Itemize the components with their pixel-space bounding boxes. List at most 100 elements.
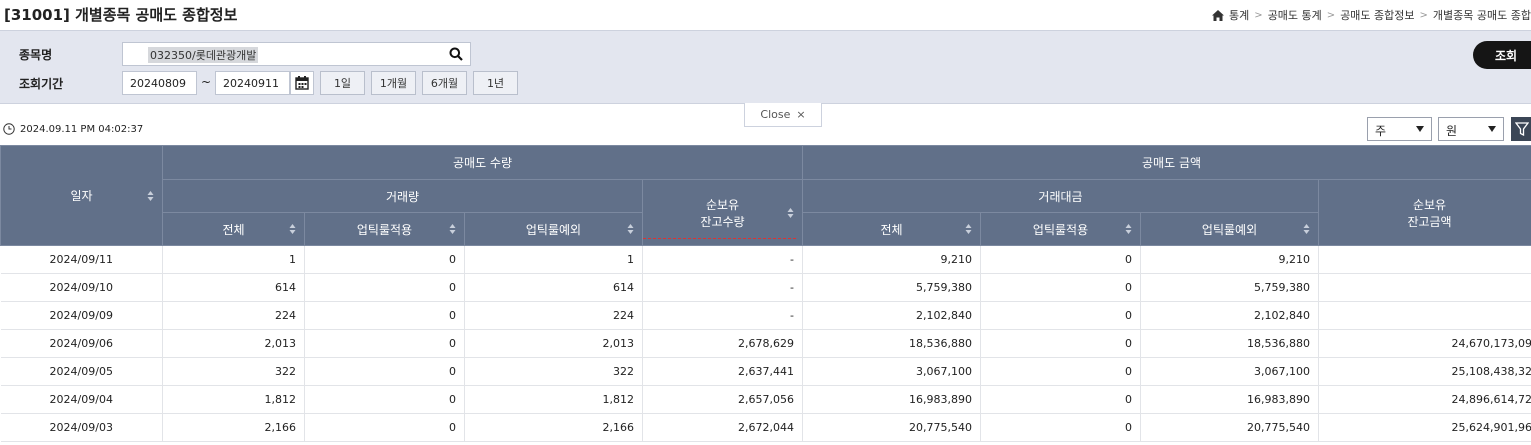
column-group-volume: 거래량: [162, 179, 643, 213]
close-label: Close: [760, 108, 791, 121]
cell-qty-uptick-applied: 0: [304, 273, 465, 302]
search-panel: 종목명 032350/롯데관광개발 조회기간 20240809 ~ 202409…: [0, 30, 1531, 104]
period-1year-button[interactable]: 1년: [473, 71, 518, 95]
cell-amt-total: 9,210: [802, 245, 982, 274]
cell-amt-uptick-exempt: 3,067,100: [1140, 357, 1320, 386]
column-header-amt-uptick-applied[interactable]: 업틱룰적용: [980, 212, 1142, 246]
sort-icon[interactable]: [449, 223, 456, 235]
amount-unit-value: 원: [1446, 124, 1458, 138]
query-button[interactable]: 조회: [1473, 41, 1531, 69]
cell-qty-total: 2,166: [162, 413, 305, 442]
cell-amt-uptick-exempt: 20,775,540: [1140, 413, 1320, 442]
cell-qty-uptick-exempt: 322: [464, 357, 643, 386]
sort-icon[interactable]: [1303, 223, 1310, 235]
cell-qty-total: 224: [162, 301, 305, 330]
breadcrumb-item-short-stats[interactable]: 공매도 통계: [1268, 7, 1322, 23]
home-icon[interactable]: [1212, 9, 1225, 21]
cell-qty-uptick-applied: 0: [304, 329, 465, 358]
filter-icon: [1515, 122, 1529, 136]
column-header-qty-uptick-exempt[interactable]: 업틱룰예외: [464, 212, 643, 246]
cell-net-qty: 2,672,044: [642, 413, 804, 442]
cell-amt-uptick-applied: 0: [980, 301, 1142, 330]
column-header-qty-uptick-applied[interactable]: 업틱룰적용: [304, 212, 465, 246]
sort-icon[interactable]: [147, 190, 154, 202]
date-to-input[interactable]: 20240911: [215, 71, 290, 95]
calendar-icon: [295, 76, 309, 90]
cell-net-qty: 2,657,056: [642, 385, 804, 414]
table-row[interactable]: 2024/09/06 2,013 0 2,013 2,678,629 18,53…: [0, 329, 1531, 358]
quantity-unit-select[interactable]: 주: [1367, 117, 1432, 141]
calendar-button[interactable]: [290, 71, 314, 95]
sort-icon[interactable]: [965, 223, 972, 235]
amount-unit-select[interactable]: 원: [1438, 117, 1504, 141]
stock-value: 032350/롯데관광개발: [148, 47, 259, 63]
stock-search-input[interactable]: 032350/롯데관광개발: [122, 42, 471, 66]
period-6month-button[interactable]: 6개월: [422, 71, 467, 95]
cell-amt-uptick-exempt: 18,536,880: [1140, 329, 1320, 358]
cell-net-amount: 24,896,614,72: [1318, 385, 1531, 414]
short-selling-table: 일자 공매도 수량 공매도 금액 거래량 순보유 잔고수량 거래대금 순보유 잔…: [0, 145, 1531, 442]
table-row[interactable]: 2024/09/10 614 0 614 - 5,759,380 0 5,759…: [0, 273, 1531, 302]
breadcrumb-item-current: 개별종목 공매도 종합: [1432, 9, 1531, 22]
sort-icon[interactable]: [787, 207, 794, 219]
chevron-down-icon: [1416, 126, 1424, 132]
cell-qty-total: 614: [162, 273, 305, 302]
close-icon: ×: [796, 108, 806, 121]
sort-icon[interactable]: [1125, 223, 1132, 235]
table-row[interactable]: 2024/09/05 322 0 322 2,637,441 3,067,100…: [0, 357, 1531, 386]
cell-date: 2024/09/03: [0, 413, 163, 442]
search-icon[interactable]: [449, 47, 463, 61]
header-label: 전체: [222, 222, 245, 237]
cell-qty-uptick-applied: 0: [304, 245, 465, 274]
stock-name-label: 종목명: [19, 48, 53, 62]
period-1month-button[interactable]: 1개월: [371, 71, 416, 95]
table-row[interactable]: 2024/09/03 2,166 0 2,166 2,672,044 20,77…: [0, 413, 1531, 442]
column-group-quantity: 공매도 수량: [161, 145, 804, 180]
header-label: 업틱룰적용: [1032, 222, 1089, 237]
header-label: 전체: [880, 222, 903, 237]
cell-amt-uptick-applied: 0: [980, 413, 1142, 442]
table-row[interactable]: 2024/09/11 1 0 1 - 9,210 0 9,210: [0, 245, 1531, 274]
cell-qty-uptick-applied: 0: [304, 385, 465, 414]
cell-qty-uptick-applied: 0: [304, 413, 465, 442]
clock-icon: [3, 123, 15, 135]
cell-amt-uptick-exempt: 9,210: [1140, 245, 1320, 274]
column-header-net-qty[interactable]: 순보유 잔고수량: [641, 179, 804, 246]
cell-date: 2024/09/04: [0, 385, 163, 414]
sort-icon[interactable]: [627, 223, 634, 235]
page-title: [31001] 개별종목 공매도 종합정보: [4, 6, 238, 24]
cell-qty-uptick-exempt: 224: [464, 301, 643, 330]
column-header-net-amount[interactable]: 순보유 잔고금액: [1318, 179, 1531, 246]
close-panel-button[interactable]: Close ×: [744, 103, 822, 127]
cell-qty-uptick-applied: 0: [304, 357, 465, 386]
cell-amt-uptick-applied: 0: [980, 329, 1142, 358]
cell-net-qty: -: [642, 301, 804, 330]
table-row[interactable]: 2024/09/04 1,812 0 1,812 2,657,056 16,98…: [0, 385, 1531, 414]
breadcrumb-separator-icon: >: [1419, 9, 1428, 21]
cell-amt-uptick-exempt: 5,759,380: [1140, 273, 1320, 302]
breadcrumb-separator-icon: >: [1326, 9, 1336, 21]
column-header-amt-uptick-exempt[interactable]: 업틱룰예외: [1140, 212, 1320, 246]
header-underline: [643, 238, 797, 239]
header-net-amt-line2: 잔고금액: [1407, 214, 1452, 229]
filter-button[interactable]: [1511, 117, 1531, 141]
header-date-label: 일자: [70, 189, 93, 203]
cell-qty-uptick-applied: 0: [304, 301, 465, 330]
cell-qty-uptick-exempt: 1: [464, 245, 643, 274]
column-header-date[interactable]: 일자: [0, 145, 163, 246]
cell-amt-uptick-applied: 0: [980, 245, 1142, 274]
header-net-qty-line1: 순보유: [705, 197, 740, 212]
sort-icon[interactable]: [289, 223, 296, 235]
column-header-amt-total[interactable]: 전체: [802, 212, 982, 246]
header-label: 업틱룰적용: [356, 222, 413, 237]
cell-date: 2024/09/05: [0, 357, 163, 386]
breadcrumb: 통계 > 공매도 통계 > 공매도 종합정보 > 개별종목 공매도 종합: [1212, 7, 1531, 23]
date-from-input[interactable]: 20240809: [122, 71, 197, 95]
period-1day-button[interactable]: 1일: [320, 71, 365, 95]
breadcrumb-item-stats[interactable]: 통계: [1229, 7, 1249, 23]
column-group-amount: 공매도 금액: [802, 145, 1531, 180]
breadcrumb-item-short-info[interactable]: 공매도 종합정보: [1340, 7, 1414, 23]
cell-date: 2024/09/06: [0, 329, 163, 358]
table-row[interactable]: 2024/09/09 224 0 224 - 2,102,840 0 2,102…: [0, 301, 1531, 330]
column-header-qty-total[interactable]: 전체: [162, 212, 305, 246]
